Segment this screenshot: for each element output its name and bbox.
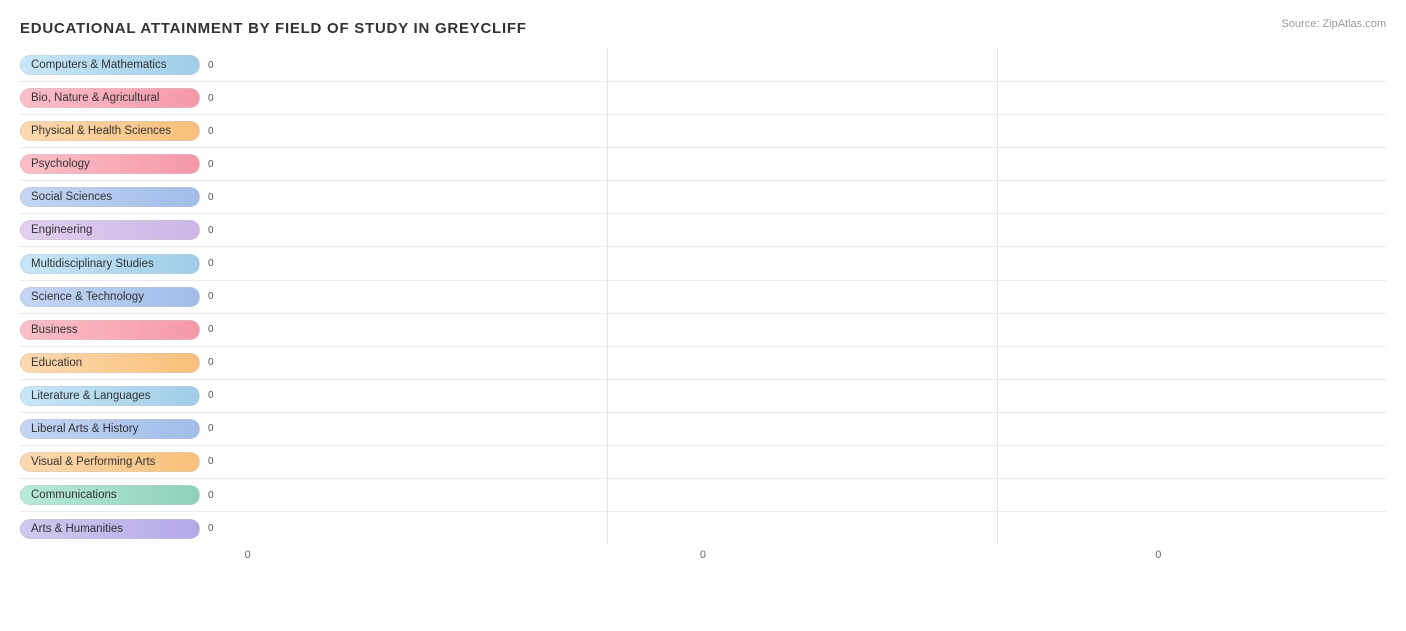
bar-row: Education0 <box>20 347 1386 380</box>
bar-row: Science & Technology0 <box>20 281 1386 314</box>
bar-value-literature: 0 <box>203 389 219 402</box>
bar-label-engineering: Engineering <box>20 220 200 240</box>
bar-row: Physical & Health Sciences0 <box>20 115 1386 148</box>
chart-title: EDUCATIONAL ATTAINMENT BY FIELD OF STUDY… <box>20 20 1386 37</box>
bar-label-computers: Computers & Mathematics <box>20 55 200 75</box>
bar-value-social: 0 <box>203 191 219 204</box>
bar-value-visual: 0 <box>203 455 219 468</box>
bar-value-psychology: 0 <box>203 158 219 171</box>
bar-label-arts: Arts & Humanities <box>20 519 200 539</box>
bar-value-arts: 0 <box>203 522 219 535</box>
bar-label-physical: Physical & Health Sciences <box>20 121 200 141</box>
x-label-1: 0 <box>245 549 251 570</box>
bar-value-bio: 0 <box>203 92 219 105</box>
bar-label-education: Education <box>20 353 200 373</box>
bar-label-psychology: Psychology <box>20 154 200 174</box>
bar-value-communications: 0 <box>203 489 219 502</box>
x-label-2: 0 <box>700 549 706 570</box>
bar-label-multi: Multidisciplinary Studies <box>20 254 200 274</box>
bar-row: Arts & Humanities0 <box>20 512 1386 545</box>
bar-value-liberal: 0 <box>203 422 219 435</box>
bar-value-engineering: 0 <box>203 224 219 237</box>
bar-label-business: Business <box>20 320 200 340</box>
bar-label-visual: Visual & Performing Arts <box>20 452 200 472</box>
bar-value-multi: 0 <box>203 257 219 270</box>
source-label: Source: ZipAtlas.com <box>1281 18 1386 30</box>
bar-label-literature: Literature & Languages <box>20 386 200 406</box>
bar-label-science: Science & Technology <box>20 287 200 307</box>
x-axis: 0 0 0 <box>20 545 1386 570</box>
rows-wrapper: Computers & Mathematics0Bio, Nature & Ag… <box>20 49 1386 545</box>
chart-area: Computers & Mathematics0Bio, Nature & Ag… <box>20 49 1386 570</box>
bar-label-communications: Communications <box>20 485 200 505</box>
x-label-3: 0 <box>1155 549 1161 570</box>
bar-row: Literature & Languages0 <box>20 380 1386 413</box>
bar-row: Psychology0 <box>20 148 1386 181</box>
bar-label-bio: Bio, Nature & Agricultural <box>20 88 200 108</box>
bar-label-social: Social Sciences <box>20 187 200 207</box>
bar-row: Social Sciences0 <box>20 181 1386 214</box>
bar-row: Communications0 <box>20 479 1386 512</box>
bar-label-liberal: Liberal Arts & History <box>20 419 200 439</box>
bar-value-physical: 0 <box>203 125 219 138</box>
bar-row: Business0 <box>20 314 1386 347</box>
bar-row: Computers & Mathematics0 <box>20 49 1386 82</box>
bar-value-science: 0 <box>203 290 219 303</box>
bar-value-business: 0 <box>203 323 219 336</box>
chart-container: EDUCATIONAL ATTAINMENT BY FIELD OF STUDY… <box>0 0 1406 631</box>
bar-row: Bio, Nature & Agricultural0 <box>20 82 1386 115</box>
bar-value-education: 0 <box>203 356 219 369</box>
bar-row: Engineering0 <box>20 214 1386 247</box>
bar-row: Liberal Arts & History0 <box>20 413 1386 446</box>
bar-row: Multidisciplinary Studies0 <box>20 247 1386 280</box>
bar-row: Visual & Performing Arts0 <box>20 446 1386 479</box>
bar-value-computers: 0 <box>203 59 219 72</box>
